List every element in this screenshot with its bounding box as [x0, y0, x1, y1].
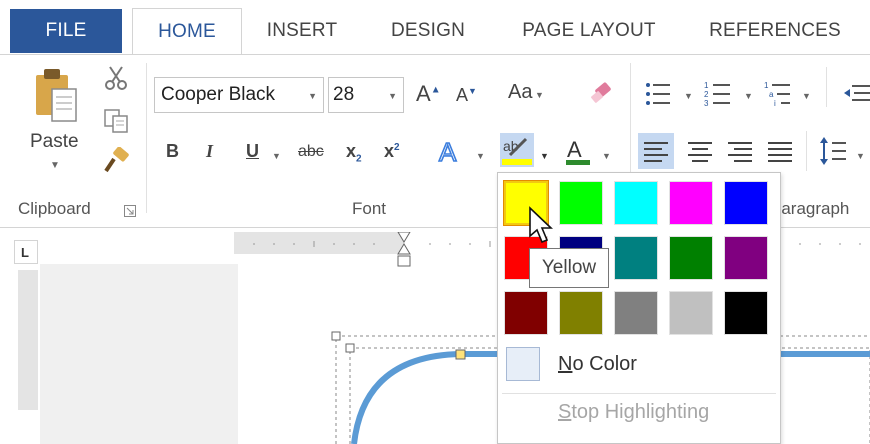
palette-divider [502, 393, 776, 394]
align-left-icon [644, 142, 668, 162]
swatch-bright-green[interactable] [559, 181, 603, 225]
chevron-down-icon[interactable]: ▼ [856, 151, 865, 161]
chevron-down-icon[interactable]: ▼ [388, 91, 397, 101]
left-tab-icon: L [21, 245, 29, 260]
shrink-font-icon[interactable]: A▼ [456, 85, 477, 106]
bold-button[interactable]: B [166, 141, 179, 162]
tab-design[interactable]: DESIGN [378, 8, 478, 54]
cut-icon[interactable] [102, 65, 130, 91]
superscript-button[interactable]: x2 [384, 141, 400, 162]
svg-text:a: a [769, 90, 774, 99]
no-color-swatch[interactable] [506, 347, 540, 381]
tab-selector[interactable]: L [14, 240, 38, 264]
chevron-down-icon[interactable]: ▼ [308, 91, 317, 101]
tooltip: Yellow [529, 248, 609, 288]
font-size-combobox[interactable]: 28 ▼ [328, 77, 404, 113]
tab-insert[interactable]: INSERT [252, 8, 352, 54]
svg-text:1: 1 [704, 81, 709, 90]
decrease-indent-icon[interactable] [842, 81, 870, 109]
chevron-down-icon[interactable]: ▼ [684, 91, 693, 101]
no-color-option[interactable]: No Color [558, 353, 637, 376]
dialog-launcher-icon[interactable] [124, 205, 136, 217]
align-center-icon[interactable] [682, 133, 718, 169]
grow-font-icon[interactable]: A▲ [416, 81, 441, 107]
multilevel-list-icon[interactable]: 1 a i [764, 79, 794, 109]
copy-icon[interactable] [102, 107, 130, 135]
svg-text:A: A [439, 137, 457, 167]
text-effects-icon[interactable]: A [436, 135, 466, 167]
paragraph-group-label: Paragraph [770, 199, 850, 218]
subscript-label: x [346, 141, 357, 161]
chevron-down-icon[interactable]: ▼ [272, 151, 281, 161]
paste-dropdown-arrow[interactable]: ▼ [50, 160, 60, 171]
strikethrough-button[interactable]: abc [298, 143, 324, 161]
swatch-gray-50-[interactable] [614, 291, 658, 335]
svg-text:1: 1 [764, 81, 769, 90]
tab-file[interactable]: FILE [10, 9, 122, 53]
clear-formatting-icon[interactable] [588, 79, 618, 109]
chevron-down-icon[interactable]: ▼ [602, 151, 611, 161]
numbering-icon[interactable]: 1 2 3 [704, 79, 734, 109]
swatch-green[interactable] [669, 236, 713, 280]
font-name-value: Cooper Black [161, 84, 276, 105]
swatch-teal[interactable] [614, 236, 658, 280]
tab-references[interactable]: REFERENCES [700, 8, 850, 54]
justify-icon[interactable] [762, 133, 798, 169]
chevron-down-icon[interactable]: ▼ [540, 151, 549, 161]
stop-highlighting-accelerator: S [558, 401, 572, 423]
svg-text:2: 2 [704, 90, 709, 99]
ribbon-tab-bar: FILE HOME INSERT DESIGN PAGE LAYOUT REFE… [0, 0, 870, 56]
swatch-dark-yellow[interactable] [559, 291, 603, 335]
line-spacing-icon[interactable] [818, 135, 848, 167]
swatch-blue[interactable] [724, 181, 768, 225]
underline-button[interactable]: U [246, 141, 259, 162]
svg-text:i: i [774, 99, 776, 108]
swatch-gray-25-[interactable] [669, 291, 713, 335]
swatch-turquoise[interactable] [614, 181, 658, 225]
vertical-ruler-margin [18, 410, 38, 444]
clipboard-group-label: Clipboard [18, 199, 91, 218]
chevron-down-icon[interactable]: ▼ [802, 91, 811, 101]
align-right-icon[interactable] [722, 133, 758, 169]
paste-button-label[interactable]: Paste [30, 131, 79, 153]
font-name-combobox[interactable]: Cooper Black ▼ [154, 77, 324, 113]
chevron-down-icon[interactable]: ▼ [744, 91, 753, 101]
format-painter-icon[interactable] [100, 147, 132, 177]
stop-highlighting-label-rest: top Highlighting [571, 401, 710, 423]
chevron-down-icon[interactable]: ▼ [476, 151, 485, 161]
mouse-pointer-icon [529, 206, 553, 244]
svg-text:ab: ab [503, 138, 519, 154]
font-size-value: 28 [333, 84, 355, 105]
change-case-button[interactable]: Aa ▼ [508, 81, 544, 104]
highlight-color-icon[interactable]: ab [500, 133, 534, 167]
swatch-black[interactable] [724, 291, 768, 335]
stop-highlighting-option[interactable]: Stop Highlighting [558, 401, 709, 424]
svg-text:3: 3 [704, 99, 709, 108]
font-color-icon[interactable]: A [564, 135, 592, 167]
change-case-label: Aa [508, 81, 533, 103]
swatch-violet[interactable] [724, 236, 768, 280]
swatch-dark-red[interactable] [504, 291, 548, 335]
subscript-button[interactable]: x2 [346, 141, 362, 165]
tab-page-layout[interactable]: PAGE LAYOUT [506, 8, 672, 54]
bullets-icon[interactable] [644, 79, 674, 109]
svg-text:A: A [567, 137, 582, 162]
swatch-pink[interactable] [669, 181, 713, 225]
no-color-accelerator: N [558, 353, 573, 375]
group-separator [806, 131, 807, 171]
no-color-label-rest: o Color [572, 353, 637, 375]
font-group-label: Font [352, 199, 387, 218]
group-separator [826, 67, 827, 107]
italic-button[interactable]: I [206, 141, 213, 162]
tab-home[interactable]: HOME [132, 8, 242, 56]
group-separator [146, 63, 147, 213]
align-left-button[interactable] [638, 133, 674, 169]
paste-icon[interactable] [32, 67, 80, 129]
superscript-label: x [384, 141, 395, 161]
